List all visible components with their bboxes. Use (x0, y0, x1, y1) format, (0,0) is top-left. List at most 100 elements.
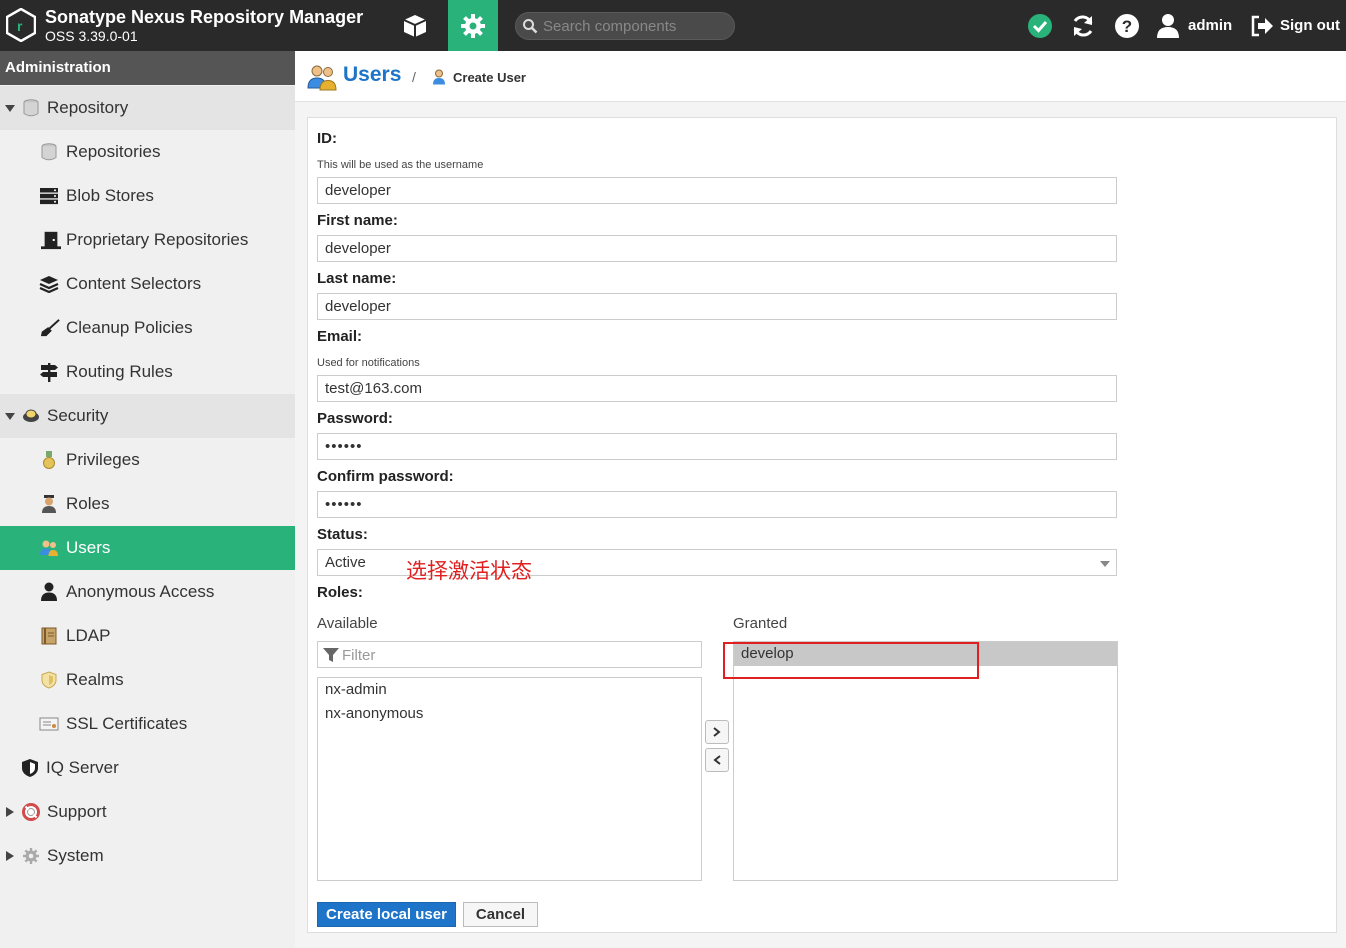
first-name-label: First name: (317, 212, 398, 229)
sidebar-item-security[interactable]: Security (0, 394, 295, 438)
sidebar-item-ssl-certificates[interactable]: SSL Certificates (0, 702, 295, 746)
badge-icon (21, 406, 41, 426)
help-icon: ? (1115, 13, 1139, 38)
chevron-down-icon (1100, 561, 1110, 567)
cube-icon (403, 14, 427, 37)
main-content: Users / Create User ID: This will be use… (295, 51, 1346, 948)
system-status-button[interactable] (1024, 0, 1056, 51)
svg-text:?: ? (1122, 17, 1132, 36)
id-help-text: This will be used as the username (317, 159, 484, 171)
roles-filter-input[interactable] (342, 645, 692, 665)
roles-filter[interactable] (317, 641, 702, 668)
last-name-label: Last name: (317, 270, 397, 287)
sidebar-item-label: Repositories (66, 142, 161, 161)
person-icon (39, 582, 59, 602)
database-icon (21, 98, 41, 118)
svg-text:r: r (17, 18, 23, 34)
sidebar-item-users[interactable]: Users (0, 526, 295, 570)
sign-out-icon (1251, 15, 1273, 36)
search-icon (523, 19, 538, 34)
sidebar-item-roles[interactable]: Roles (0, 482, 295, 526)
app-version: OSS 3.39.0-01 (45, 28, 138, 44)
refresh-button[interactable] (1066, 0, 1100, 51)
filter-icon (323, 648, 339, 662)
sidebar-item-label: SSL Certificates (66, 714, 188, 733)
role-icon (39, 494, 59, 514)
layers-icon (39, 274, 59, 294)
sidebar-item-ldap[interactable]: LDAP (0, 614, 295, 658)
sidebar-item-repositories[interactable]: Repositories (0, 130, 295, 174)
roles-label: Roles: (317, 584, 363, 601)
remove-role-button[interactable] (705, 748, 729, 772)
users-icon (307, 65, 337, 91)
sidebar-item-blob-stores[interactable]: Blob Stores (0, 174, 295, 218)
id-field[interactable] (317, 177, 1117, 204)
id-label: ID: (317, 130, 337, 147)
sidebar-item-anonymous-access[interactable]: Anonymous Access (0, 570, 295, 614)
app-title: Sonatype Nexus Repository Manager (45, 7, 364, 27)
user-icon (1157, 13, 1179, 38)
password-label: Password: (317, 410, 393, 427)
add-role-button[interactable] (705, 720, 729, 744)
sidebar-item-label: Realms (66, 670, 124, 689)
first-name-field[interactable] (317, 235, 1117, 262)
list-item[interactable]: nx-anonymous (318, 702, 701, 726)
chevron-right-icon (713, 727, 721, 737)
sidebar-item-label: IQ Server (46, 758, 119, 777)
status-selected-value: Active (325, 554, 366, 571)
sidebar-title: Administration (0, 51, 295, 85)
sidebar-item-support[interactable]: Support (0, 790, 295, 834)
list-item[interactable]: nx-admin (318, 678, 701, 702)
search-box[interactable] (515, 12, 735, 40)
chevron-down-icon (5, 105, 15, 112)
door-icon (41, 230, 61, 250)
sidebar-item-iq-server[interactable]: IQ Server (0, 746, 295, 790)
sidebar-item-realms[interactable]: Realms (0, 658, 295, 702)
email-help-text: Used for notifications (317, 357, 420, 369)
sidebar-item-routing-rules[interactable]: Routing Rules (0, 350, 295, 394)
book-icon (39, 626, 59, 646)
certificate-icon (39, 714, 59, 734)
sidebar-item-system[interactable]: System (0, 834, 295, 878)
sidebar-item-label: Security (47, 406, 109, 425)
create-local-user-button[interactable]: Create local user (317, 902, 456, 927)
sidebar-item-label: LDAP (66, 626, 111, 645)
shield-icon (39, 670, 59, 690)
last-name-field[interactable] (317, 293, 1117, 320)
password-field[interactable] (317, 433, 1117, 460)
medal-icon (39, 450, 59, 470)
help-button[interactable]: ? (1110, 0, 1144, 51)
refresh-icon (1073, 15, 1093, 36)
sidebar-item-proprietary-repositories[interactable]: Proprietary Repositories (0, 218, 295, 262)
breadcrumb-users-link[interactable]: Users (343, 63, 401, 87)
confirm-password-field[interactable] (317, 491, 1117, 518)
search-input[interactable] (543, 15, 728, 37)
sidebar-item-label: Proprietary Repositories (66, 230, 249, 249)
sidebar-item-repository[interactable]: Repository (0, 86, 295, 130)
admin-sidebar: Administration Repository Repositories B… (0, 51, 295, 948)
sidebar-item-label: Privileges (66, 450, 140, 469)
browse-button[interactable] (390, 0, 440, 51)
sidebar-item-cleanup-policies[interactable]: Cleanup Policies (0, 306, 295, 350)
annotation-text: 选择激活状态 (406, 559, 532, 583)
sidebar-item-label: Content Selectors (66, 274, 202, 293)
administration-button[interactable] (448, 0, 498, 51)
check-circle-icon (1028, 13, 1052, 38)
nexus-logo-icon: r (6, 8, 36, 42)
chevron-down-icon (5, 413, 15, 420)
signout-button[interactable]: Sign out (1250, 0, 1342, 51)
email-label: Email: (317, 328, 363, 345)
available-roles-list: nx-admin nx-anonymous (317, 677, 702, 881)
granted-roles-label: Granted (733, 615, 788, 632)
email-field[interactable] (317, 375, 1117, 402)
users-icon (39, 538, 59, 558)
user-account-button[interactable]: admin (1156, 0, 1236, 51)
sidebar-item-privileges[interactable]: Privileges (0, 438, 295, 482)
cancel-button[interactable]: Cancel (463, 902, 538, 927)
username-label: admin (1188, 17, 1233, 34)
sidebar-item-label: Cleanup Policies (66, 318, 193, 337)
confirm-password-label: Confirm password: (317, 468, 454, 485)
iq-shield-icon (20, 758, 40, 778)
sidebar-item-label: Support (47, 802, 107, 821)
sidebar-item-content-selectors[interactable]: Content Selectors (0, 262, 295, 306)
